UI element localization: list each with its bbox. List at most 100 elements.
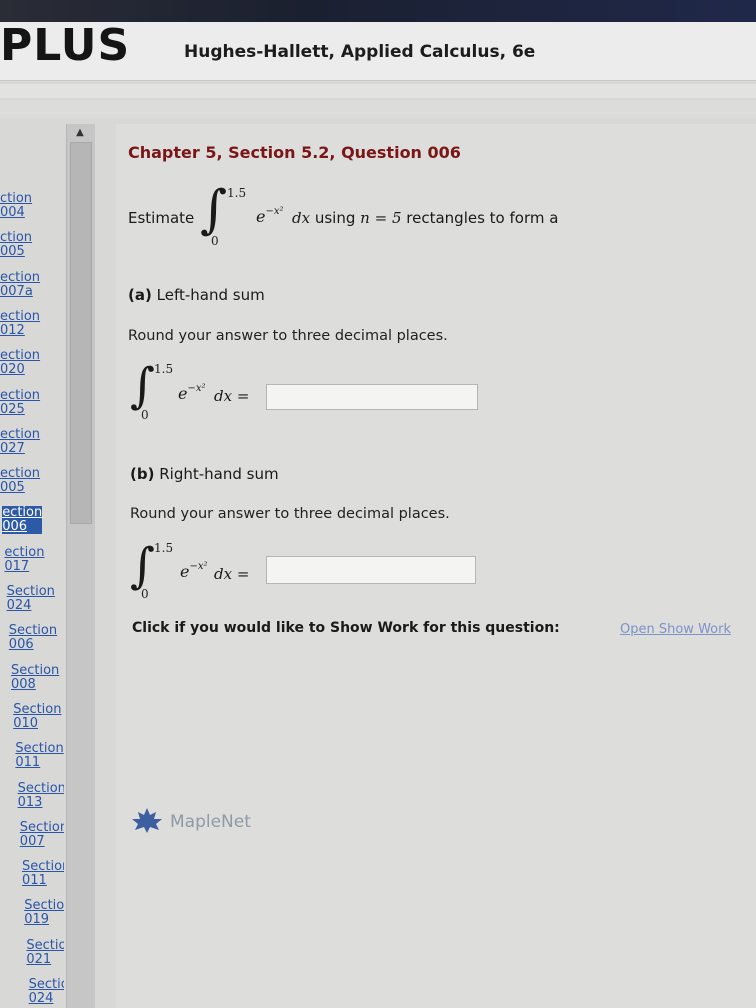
sidebar-item-number: 004 — [0, 205, 25, 220]
sidebar-item-number: 005 — [0, 244, 25, 260]
sidebar-item-label: ection — [2, 505, 43, 521]
sidebar-item-section[interactable]: Section 013 — [17, 780, 64, 810]
sidebar-item-number: 025 — [0, 401, 25, 417]
upper-limit-a: 1.5 — [154, 362, 174, 376]
sidebar-item-label: ection — [0, 387, 41, 403]
dx-equals-b: dx = — [214, 565, 249, 583]
browser-top-bar — [0, 0, 756, 22]
section-sidebar: ction 004 ction 005 ection 007a ection 012 ectio… — [0, 180, 64, 1008]
question-title: Chapter 5, Section 5.2, Question 006 — [128, 143, 461, 162]
sidebar-item-section[interactable]: ection 006 — [2, 505, 43, 535]
sidebar-item-number: 020 — [0, 362, 25, 378]
sidebar-item-number: 008 — [11, 676, 36, 692]
sidebar-item-label: Section — [28, 977, 64, 992]
maplenet-brand: MapleNet — [170, 812, 251, 832]
sidebar-item-number: 027 — [0, 440, 25, 456]
sidebar-item-section[interactable]: Section021 — [26, 937, 64, 967]
integral-sign-a-icon: ∫ — [130, 358, 156, 414]
dx-a: dx — [214, 387, 233, 405]
sidebar-item-label: Section — [13, 701, 62, 717]
sidebar-item-label: ection — [0, 308, 41, 324]
equals-b: = — [236, 565, 250, 583]
sidebar-item-section[interactable]: Section 010 — [13, 701, 62, 731]
sidebar-item-section[interactable]: ction 004 — [0, 192, 32, 220]
sidebar-item-section[interactable]: Section019 — [24, 899, 64, 927]
sidebar-item-label: Section — [17, 780, 64, 796]
part-b-instruction: Round your answer to three decimal place… — [130, 506, 450, 522]
sidebar-item-section[interactable]: ection 020 — [0, 349, 40, 377]
wileyplus-logo: PLUS — [0, 20, 131, 71]
sidebar-item-number: 024 — [28, 991, 54, 1006]
sidebar-item-label: ection — [4, 544, 45, 560]
sidebar-item-number: 011 — [15, 755, 41, 771]
scroll-up-arrow-icon[interactable]: ▲ — [66, 124, 94, 140]
sidebar-item-section[interactable]: ection 025 — [0, 387, 41, 417]
open-show-work-link[interactable]: Open Show Work — [620, 622, 731, 637]
sidebar-item-section[interactable]: Section 006 — [9, 624, 57, 652]
part-b-label: (b) Right-hand sum — [130, 465, 279, 483]
sidebar-item-number: 024 — [6, 598, 32, 613]
using-text: using — [314, 209, 356, 227]
integral-sign-b-icon: ∫ — [130, 538, 156, 594]
sidebar-item-label: Section — [19, 819, 64, 835]
app-header: PLUS Hughes-Hallett, Applied Calculus, 6… — [0, 20, 756, 81]
sidebar-item-label: Section — [8, 623, 58, 639]
sidebar-item-label: Section — [26, 937, 64, 953]
sidebar-item-number: 012 — [0, 322, 25, 338]
header-divider — [0, 84, 756, 98]
integrand-b: e−x² — [180, 560, 208, 581]
sidebar-item-number: 011 — [22, 873, 47, 889]
dx-b: dx — [214, 565, 233, 583]
sidebar-item-section[interactable]: ection 017 — [4, 544, 45, 574]
sidebar-item-section[interactable]: Section 007 — [19, 819, 64, 849]
sidebar-item-number: 007a — [0, 283, 33, 299]
book-title: Hughes-Hallett, Applied Calculus, 6e — [184, 42, 536, 62]
equals-a: = — [236, 387, 250, 405]
integral-sign-icon: ∫ — [200, 180, 228, 240]
sidebar-item-number: 017 — [4, 558, 30, 574]
n-equals: = 5 — [374, 209, 402, 227]
sidebar-item-number: 006 — [2, 519, 28, 535]
dx-equals-a: dx = — [214, 387, 249, 405]
answer-input-a[interactable] — [266, 384, 478, 410]
show-work-prompt: Click if you would like to Show Work for… — [132, 620, 560, 636]
rectangles-text: rectangles to form a — [406, 209, 559, 227]
maple-leaf-icon — [128, 806, 166, 838]
scrollbar-thumb[interactable] — [70, 142, 92, 524]
sidebar-item-section[interactable]: ction 005 — [0, 231, 32, 259]
sidebar-item-label: ection — [0, 348, 41, 364]
sidebar-item-number: 019 — [24, 912, 50, 928]
part-b-letter: (b) — [130, 465, 155, 483]
part-a-instruction: Round your answer to three decimal place… — [128, 328, 448, 344]
part-a-label: (a) Left-hand sum — [128, 286, 265, 304]
sidebar-item-section[interactable]: Section011 — [15, 742, 63, 770]
sidebar-item-label: ection — [0, 466, 41, 482]
maplenet-logo: MapleNet — [128, 806, 251, 838]
dx-text: dx — [292, 209, 311, 227]
sidebar-item-section[interactable]: Section024 — [7, 585, 55, 613]
sidebar-item-label: ction — [0, 191, 33, 206]
sidebar-item-label: Section — [6, 584, 55, 599]
sidebar-item-section[interactable]: ection 027 — [0, 427, 40, 456]
upper-limit: 1.5 — [227, 186, 247, 200]
sidebar-item-number: 013 — [17, 794, 43, 810]
sidebar-item-section[interactable]: Section 008 — [11, 663, 59, 692]
part-a-letter: (a) — [128, 286, 152, 304]
sidebar-item-number: 005 — [0, 480, 25, 496]
estimate-label: Estimate — [128, 209, 195, 227]
part-a-text: Left-hand sum — [156, 286, 265, 304]
sidebar-item-section[interactable]: ection 012 — [0, 308, 41, 338]
integrand-a-exp: −x² — [187, 382, 206, 394]
sidebar-item-section[interactable]: Section024 — [29, 978, 64, 1006]
sidebar-item-section[interactable]: ection 007a — [0, 270, 40, 299]
sidebar-item-label: ction — [0, 230, 33, 246]
sidebar-item-section[interactable]: Section011 — [22, 860, 64, 888]
integrand-b-exp: −x² — [189, 560, 208, 572]
sidebar-item-number: 006 — [8, 637, 34, 653]
answer-input-b[interactable] — [266, 556, 476, 584]
integrand: e−x² — [256, 205, 284, 226]
integrand-a: e−x² — [178, 382, 206, 403]
integrand-exponent: −x² — [265, 205, 284, 217]
sidebar-item-section[interactable]: ection 005 — [0, 467, 40, 495]
sidebar-item-number: 007 — [19, 833, 45, 849]
